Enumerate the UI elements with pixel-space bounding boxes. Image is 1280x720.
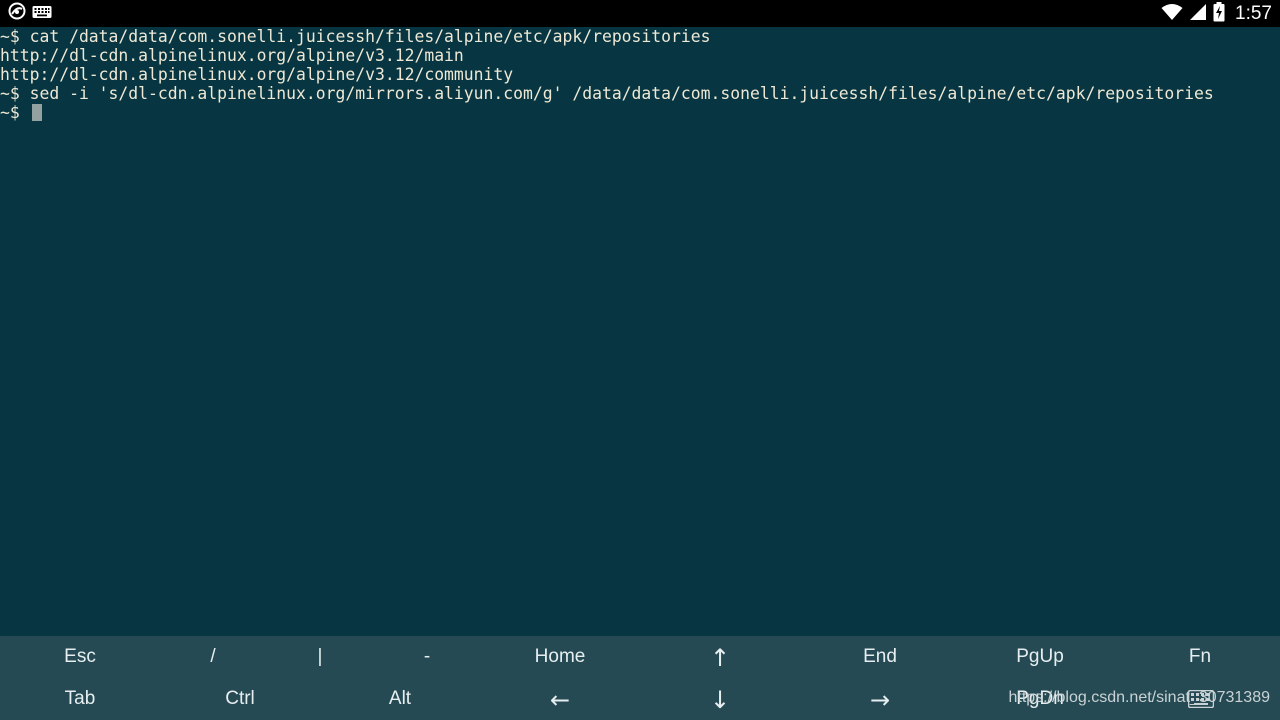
key-alt[interactable]: Alt <box>320 678 480 720</box>
key-up-arrow[interactable]: ↑ <box>640 637 800 679</box>
key-ctrl[interactable]: Ctrl <box>160 678 320 720</box>
battery-icon <box>1213 1 1225 26</box>
key-down-arrow[interactable]: ↓ <box>640 679 800 720</box>
status-bar: 1:57 <box>0 0 1280 27</box>
signal-icon <box>1189 3 1207 25</box>
key-right-arrow[interactable]: → <box>800 679 960 720</box>
extra-keys-bar: Esc / | - Home ↑ End PgUp Fn Tab Ctrl Al… <box>0 636 1280 720</box>
terminal-line: ~$ sed -i 's/dl-cdn.alpinelinux.org/mirr… <box>0 84 1214 103</box>
terminal-prompt-line: ~$ <box>0 103 42 122</box>
key-left-arrow[interactable]: ← <box>480 679 640 720</box>
terminal-cursor <box>31 104 42 121</box>
key-pgup[interactable]: PgUp <box>960 636 1120 678</box>
key-fn[interactable]: Fn <box>1120 636 1280 678</box>
status-left-icons <box>8 2 52 24</box>
status-time: 1:57 <box>1235 2 1272 24</box>
watermark-url: https://blog.csdn.net/sinat_30731389 <box>1008 689 1270 706</box>
wifi-icon <box>1161 3 1183 25</box>
terminal-prompt: ~$ <box>0 103 30 122</box>
key-tab[interactable]: Tab <box>0 678 160 720</box>
terminal-view[interactable]: ~$ cat /data/data/com.sonelli.juicessh/f… <box>0 27 1280 636</box>
key-end[interactable]: End <box>800 636 960 678</box>
terminal-line: http://dl-cdn.alpinelinux.org/alpine/v3.… <box>0 46 464 65</box>
terminal-line: ~$ cat /data/data/com.sonelli.juicessh/f… <box>0 27 711 46</box>
keyboard-icon <box>32 4 52 23</box>
key-home[interactable]: Home <box>480 636 640 678</box>
terminal-line: http://dl-cdn.alpinelinux.org/alpine/v3.… <box>0 65 514 84</box>
status-right-icons: 1:57 <box>1161 0 1272 27</box>
juicessh-icon <box>8 2 26 24</box>
